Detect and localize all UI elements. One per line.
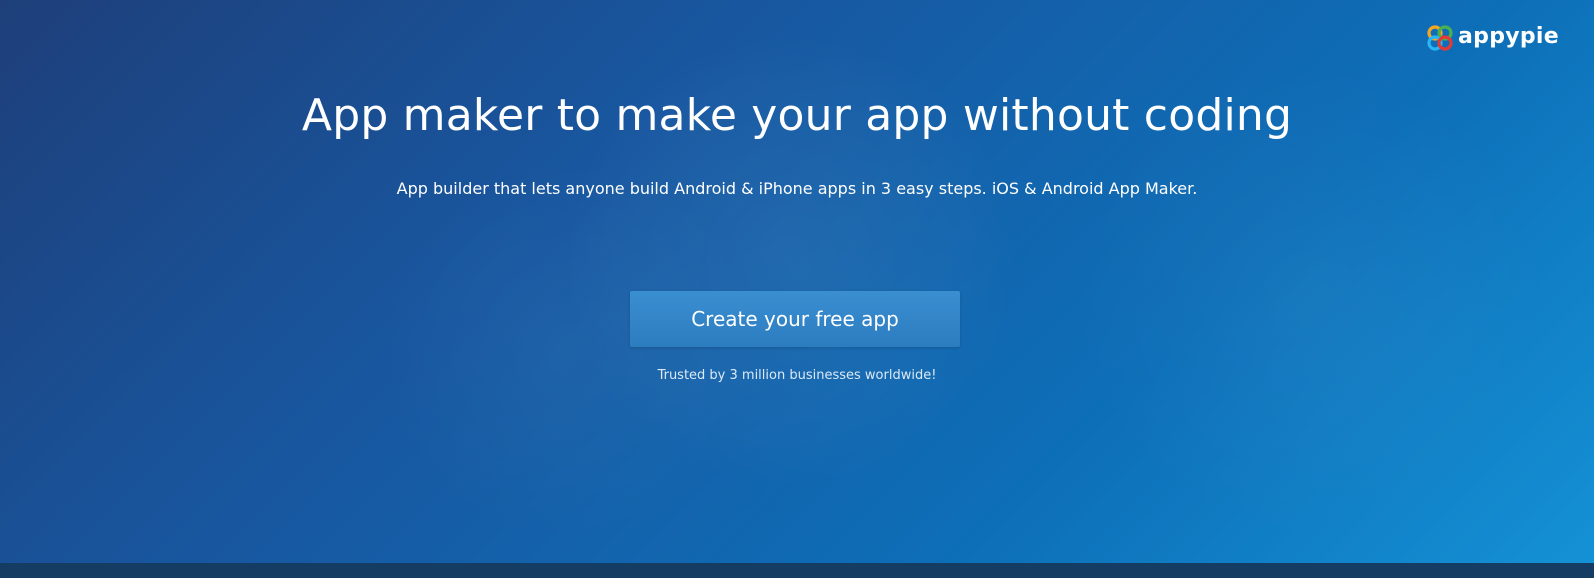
- trust-text: Trusted by 3 million businesses worldwid…: [657, 368, 937, 383]
- hero-subtitle: App builder that lets anyone build Andro…: [396, 179, 1198, 198]
- create-free-app-button[interactable]: Create your free app: [630, 291, 960, 347]
- background-glow: [360, 140, 780, 560]
- brand-logo[interactable]: appypie: [1426, 24, 1559, 52]
- brand-name: appypie: [1458, 23, 1559, 49]
- bottom-bar: [0, 563, 1594, 578]
- appypie-logo-icon: [1426, 24, 1454, 52]
- hero-title: App maker to make your app without codin…: [301, 90, 1293, 141]
